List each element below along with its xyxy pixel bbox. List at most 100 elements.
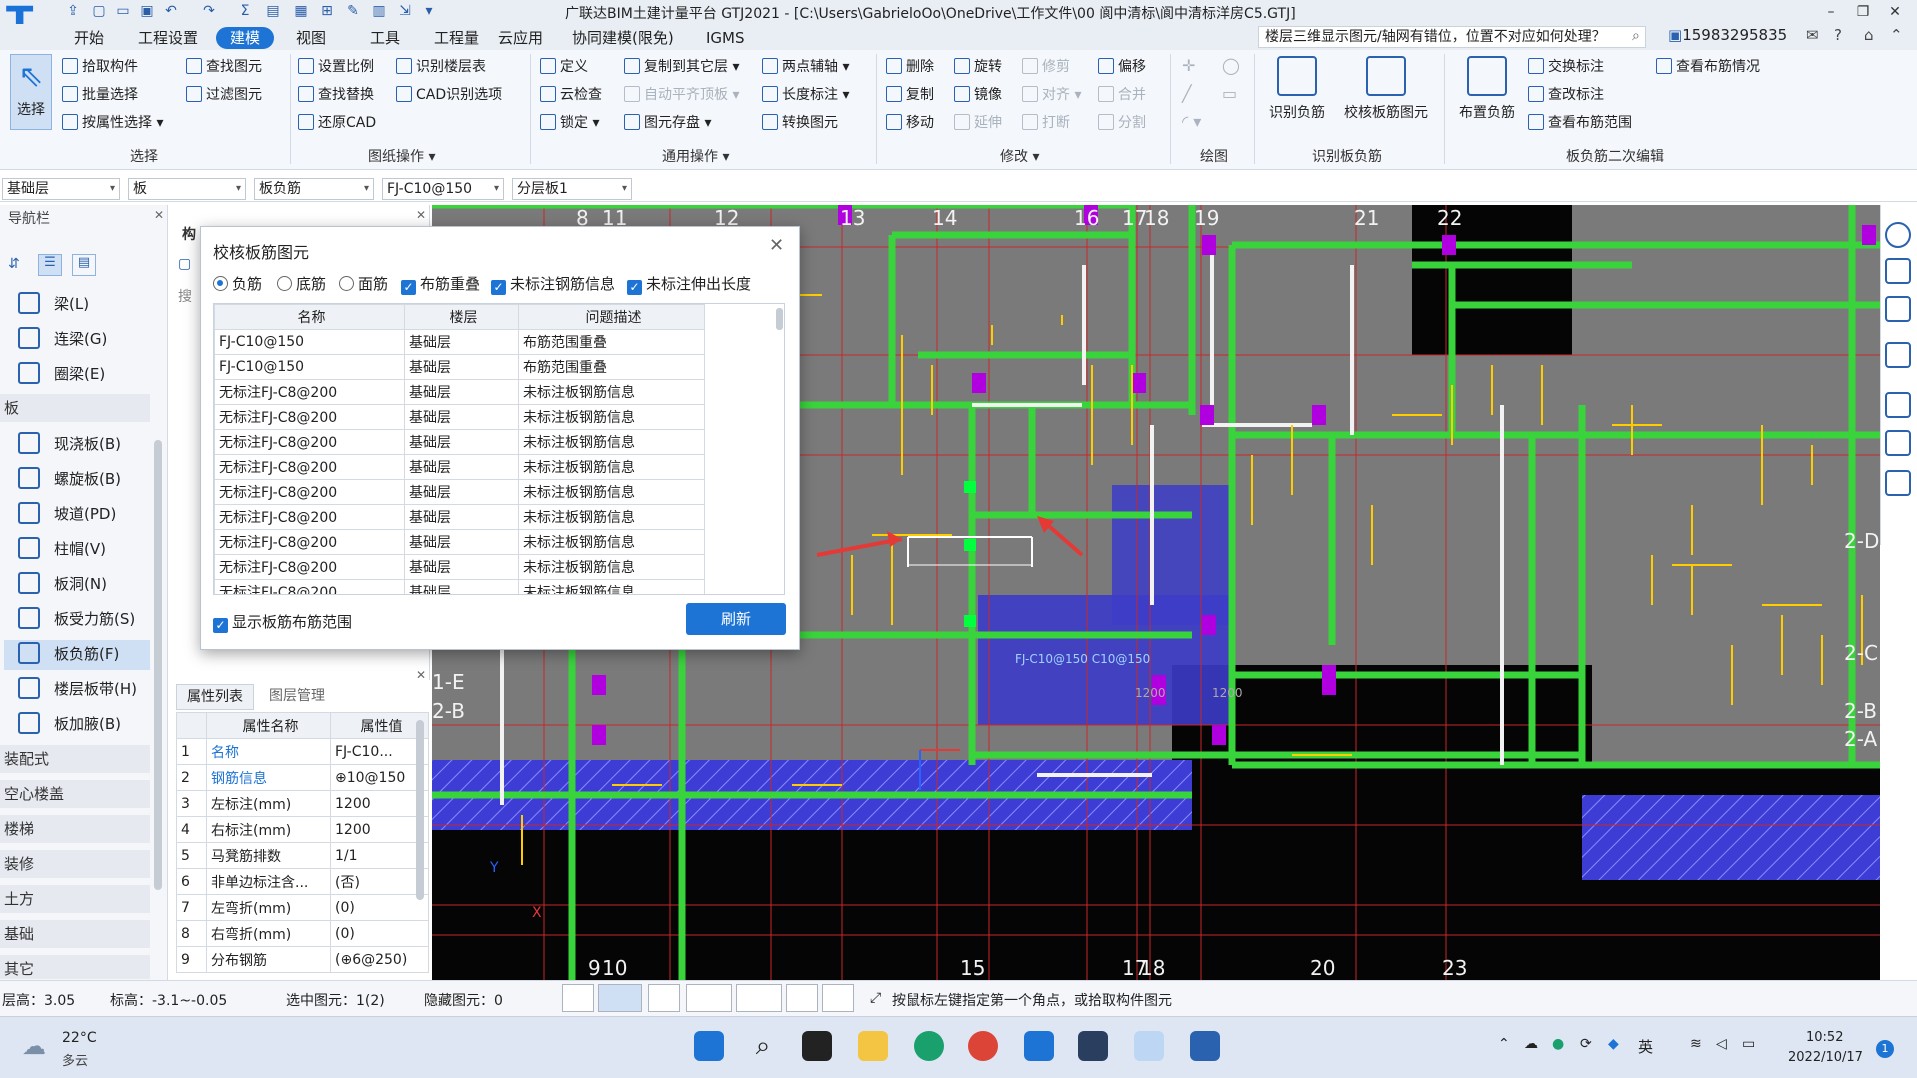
layer-select[interactable]: 分层板1 [512,178,632,200]
radio-bottom-rebar[interactable]: 底筋 [277,273,326,294]
nav-category-decoration[interactable]: 装修 [0,850,150,878]
menu-igms[interactable]: IGMS [706,27,745,49]
extend-button[interactable]: 延伸 [954,112,1002,134]
open-icon[interactable]: ⇪ [64,2,82,20]
gtj-app-icon[interactable] [1134,1031,1164,1061]
task-view-icon[interactable] [802,1031,832,1061]
col-header-problem[interactable]: 问题描述 [518,304,705,330]
find-element-button[interactable]: 查找图元 [186,56,262,78]
clock-time[interactable]: 10:52 [1806,1030,1843,1045]
auto-align-top-button[interactable]: 自动平齐顶板 ▾ [624,84,739,106]
props-close-icon[interactable]: ✕ [416,668,426,682]
merge-button[interactable]: 合并 [1098,84,1146,106]
nav-category-other[interactable]: 其它 [0,955,150,979]
close-window-icon[interactable]: ✕ [1884,2,1906,22]
cad-app-icon[interactable] [1078,1031,1108,1061]
calendar-icon[interactable] [1024,1031,1054,1061]
table-scrollbar[interactable] [776,308,783,330]
element-save-button[interactable]: 图元存盘 ▾ [624,112,711,134]
col-header-name[interactable]: 名称 [214,304,405,330]
menu-collab[interactable]: 协同建模(限免) [572,27,674,49]
menu-view2[interactable]: 工具 [370,27,400,49]
menu-tools[interactable]: 工程量 [434,27,479,49]
nav-item-beam[interactable]: 梁(L) [18,292,89,314]
delete-button[interactable]: 删除 [886,56,934,78]
nav-category-prefab[interactable]: 装配式 [0,745,150,773]
layer-toggle-icon[interactable] [786,984,818,1012]
find-replace-button[interactable]: 查找替换 [298,84,374,106]
account-label[interactable]: ▣15983295835 [1668,26,1787,44]
folder-icon[interactable]: ▭ [114,2,132,20]
component-name-select[interactable]: FJ-C10@150 [382,178,504,200]
sync-icon[interactable]: ⟳ [1580,1036,1592,1052]
bluetooth-icon[interactable]: ◆ [1608,1036,1619,1052]
pin-icon[interactable]: ⌂ [1864,26,1874,44]
dynamic-input-icon[interactable] [736,984,782,1012]
orbit-icon[interactable] [1885,222,1911,248]
minimize-icon[interactable]: – [1820,2,1842,22]
move-button[interactable]: 移动 [886,112,934,134]
table-row[interactable]: FJ-C10@150 基础层 布筋范围重叠 [214,354,705,380]
start-icon[interactable] [694,1031,724,1061]
help-search-input[interactable]: 楼层三维显示图元/轴网有错位，位置不对应如何处理？ [1258,26,1646,48]
property-row[interactable]: 6 非单边标注含... (否) [176,868,429,895]
rotate-button[interactable]: 旋转 [954,56,1002,78]
table-row[interactable]: 无标注FJ-C8@200 基础层 未标注板钢筋信息 [214,429,705,455]
wifi-icon[interactable]: ≋ [1690,1036,1702,1052]
refresh-button[interactable]: 刷新 [686,603,786,635]
collapse-ribbon-icon[interactable]: ⌃ [1890,26,1903,44]
check-show-range[interactable]: ✓ 显示板筋布筋范围 [213,611,352,633]
component-search-input[interactable]: 搜 [178,286,192,306]
component-type-select[interactable]: 板 [128,178,246,200]
check-slab-rebar-button[interactable]: 校核板筋图元 [1338,56,1434,122]
redo-icon[interactable]: ↷ [200,2,218,20]
select-button[interactable]: ⇖ 选择 [10,54,52,130]
weather-icon[interactable]: ☁ [22,1032,46,1060]
batch-select-button[interactable]: 批量选择 [62,84,138,106]
nav-item-ring-beam[interactable]: 圈梁(E) [18,362,105,384]
menu-view[interactable]: 视图 [296,27,326,49]
table-row[interactable]: 无标注FJ-C8@200 基础层 未标注板钢筋信息 [214,579,705,594]
table-row[interactable]: 无标注FJ-C8@200 基础层 未标注板钢筋信息 [214,504,705,530]
mid-close-icon[interactable]: ✕ [416,208,426,222]
save-icon[interactable]: ▣ [138,2,156,20]
battery-icon[interactable]: ▭ [1742,1036,1755,1052]
prop-value[interactable]: (⊕6@250) [330,946,429,973]
prop-value[interactable]: 1200 [330,790,429,817]
nav-category-earthwork[interactable]: 土方 [0,885,150,913]
chrome-icon[interactable] [968,1031,998,1061]
mail-app-icon[interactable] [1190,1031,1220,1061]
nav-expand-icon[interactable]: ⇵ [8,256,20,272]
snap-toggle-icon[interactable] [598,984,642,1012]
menu-quantity[interactable]: 云应用 [498,27,543,49]
3d-view-icon[interactable] [1885,258,1911,284]
close-icon[interactable]: ✕ [769,235,784,256]
notification-badge[interactable]: 1 [1876,1040,1894,1058]
recognize-negative-rebar-button[interactable]: 识别负筋 [1262,56,1332,122]
trim-button[interactable]: 修剪 [1022,56,1070,78]
property-row[interactable]: 3 左标注(mm) 1200 [176,790,429,817]
qa-grid-icon[interactable]: ▦ [292,2,310,20]
property-row[interactable]: 4 右标注(mm) 1200 [176,816,429,843]
prop-value[interactable]: FJ-C10... [330,738,429,765]
convert-element-button[interactable]: 转换图元 [762,112,838,134]
qa-edit-icon[interactable]: ✎ [344,2,362,20]
nav-item-coupling-beam[interactable]: 连梁(G) [18,327,107,349]
help-icon[interactable]: ? [1834,26,1842,44]
qa-export-icon[interactable]: ⇲ [396,2,414,20]
new-component-icon[interactable]: ▢ [178,256,191,272]
report-icon[interactable] [1885,470,1911,496]
file-explorer-icon[interactable] [858,1031,888,1061]
property-row[interactable]: 1 名称 FJ-C10... [176,738,429,765]
prop-value[interactable]: (否) [330,868,429,895]
qa-tool-icon[interactable]: ▤ [264,2,282,20]
cross-toggle-icon[interactable] [648,984,680,1012]
restore-icon[interactable]: ❐ [1852,2,1874,22]
edit-label-button[interactable]: 查改标注 [1528,84,1604,106]
check-missing-length[interactable]: ✓ 未标注伸出长度 [627,273,751,295]
nav-close-icon[interactable]: ✕ [154,208,164,222]
mirror-button[interactable]: 镜像 [954,84,1002,106]
nav-item-slab-haunch[interactable]: 板加腋(B) [18,712,121,734]
split-button[interactable]: 分割 [1098,112,1146,134]
table-row[interactable]: 无标注FJ-C8@200 基础层 未标注板钢筋信息 [214,554,705,580]
